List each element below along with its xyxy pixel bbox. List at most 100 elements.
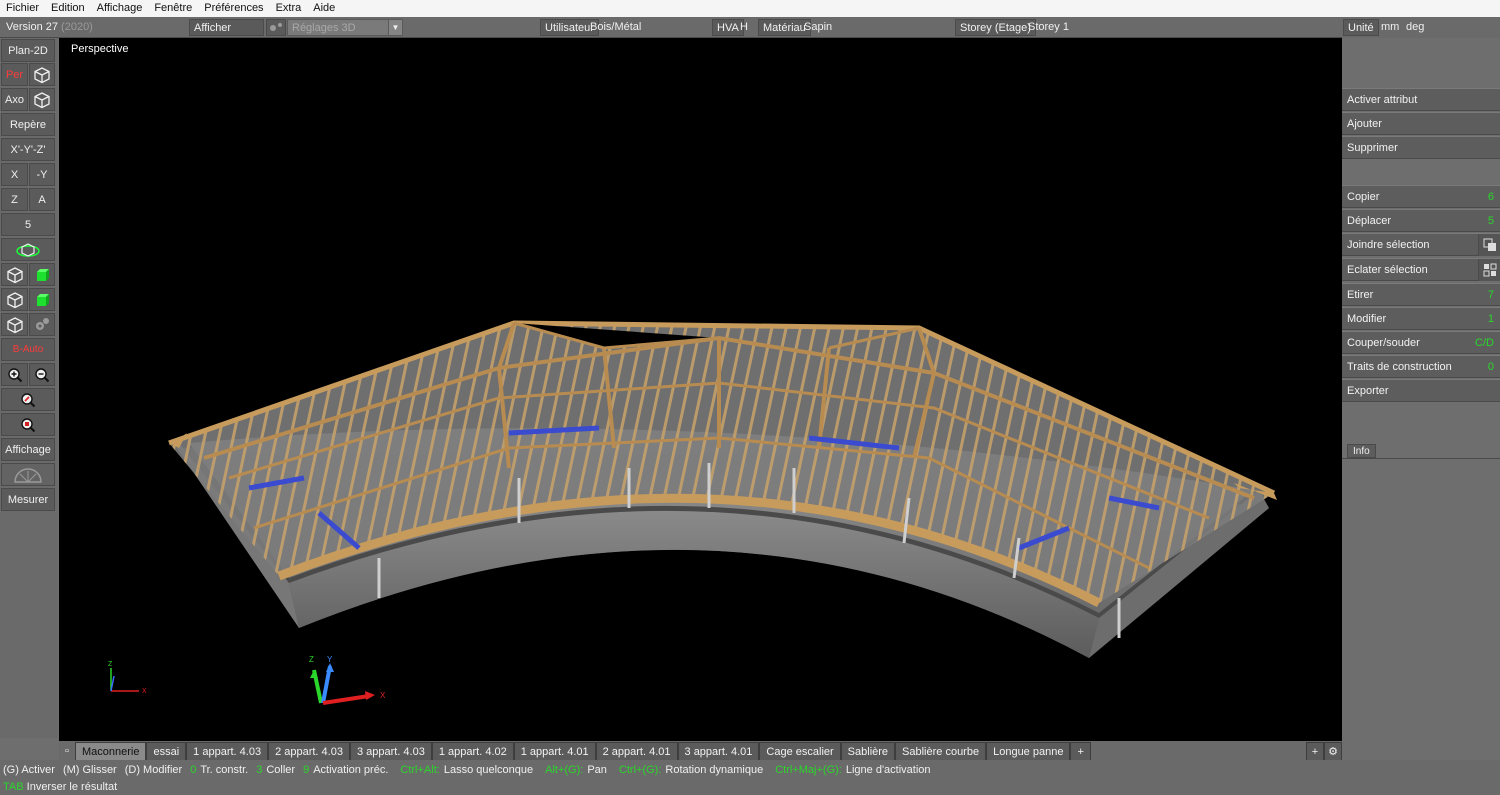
shortcut-key: Alt+(G): [545,764,584,776]
material-value[interactable]: Sapin [804,19,832,36]
add-button[interactable]: Ajouter [1342,112,1500,135]
tab-add-button[interactable]: + [1070,742,1091,760]
modify-button[interactable]: Modifier 1 [1342,307,1500,330]
axo-cube-icon[interactable] [29,88,55,111]
chevron-down-icon: ▼ [388,20,402,35]
roof-structure-model[interactable]: Z X Z Y X [59,38,1342,741]
settings-3d-label: Réglages 3D [292,22,356,34]
axis-y-label: Y [327,655,333,664]
view-minus-y-button[interactable]: -Y [29,163,55,186]
construction-lines-label: Traits de construction [1347,360,1452,373]
protractor-icon[interactable] [1,463,55,486]
unit-angle[interactable]: deg [1406,19,1424,36]
3d-viewport[interactable]: Perspective Z X Z Y X [59,38,1342,741]
move-shortcut: 5 [1487,214,1494,227]
menu-fenetre[interactable]: Fenêtre [148,0,198,17]
wireframe-cube-icon[interactable] [1,263,28,286]
menu-preferences[interactable]: Préférences [198,0,269,17]
shortcut-label: Coller [266,764,296,776]
tab-2-appart-403[interactable]: 2 appart. 4.03 [268,742,350,760]
zoom-out-icon[interactable] [29,363,55,386]
hva-value[interactable]: H [740,19,748,36]
tab-add-right-button[interactable]: + [1306,742,1324,760]
view-a-button[interactable]: A [29,188,55,211]
material-label: Matériau [758,19,811,36]
construction-lines-button[interactable]: Traits de construction 0 [1342,355,1500,378]
join-icon [1478,234,1500,256]
tab-3-appart-403[interactable]: 3 appart. 4.03 [349,742,432,760]
tab-1-appart-401[interactable]: 1 appart. 4.01 [513,742,596,760]
cut-weld-shortcut: C/D [1475,336,1494,349]
shortcut-label: Rotation dynamique [665,764,764,776]
unit-length[interactable]: mm [1381,19,1399,36]
storey-value[interactable]: Storey 1 [1028,19,1069,36]
view-x-button[interactable]: X [1,163,28,186]
modify-shortcut: 1 [1487,312,1494,325]
menu-fichier[interactable]: Fichier [0,0,45,17]
stretch-shortcut: 7 [1487,288,1494,301]
storey-label: Storey (Etage) [955,19,1036,36]
shortcut-hints: (G) Activer (M) Glisser (D) Modifier 0 Tr. c… [3,762,931,778]
activate-attribute-button[interactable]: Activer attribut [1342,88,1500,111]
tab-info[interactable]: Info [1347,444,1376,458]
delete-button[interactable]: Supprimer [1342,136,1500,159]
menu-edition[interactable]: Edition [45,0,91,17]
mesurer-button[interactable]: Mesurer [1,488,55,511]
join-selection-button[interactable]: Joindre sélection [1342,233,1500,256]
perspective-button[interactable]: Per [1,63,28,86]
copy-button[interactable]: Copier 6 [1342,185,1500,208]
perspective-cube-icon[interactable] [29,63,55,86]
left-toolbar: Plan-2D Per Axo Repère X'-Y'-Z' X -Y Z A… [0,38,58,738]
tab-2-appart-401[interactable]: 2 appart. 4.01 [595,742,678,760]
xyz-prime-button[interactable]: X'-Y'-Z' [1,138,55,161]
units-bar: Unité mm deg [1342,17,1500,38]
tab-cage-escalier[interactable]: Cage escalier [759,742,841,760]
shortcut-key: Ctrl+Alt: [400,764,440,776]
tab-1-appart-403[interactable]: 1 appart. 4.03 [186,742,269,760]
export-button[interactable]: Exporter [1342,379,1500,402]
solid-green-cube-icon[interactable] [29,263,55,286]
show-attribute-button[interactable]: Afficher attribut [189,19,264,51]
plan-2d-button[interactable]: Plan-2D [1,39,55,62]
tab-longue-panne[interactable]: Longue panne [986,742,1071,760]
auto-button[interactable]: B-Auto [1,338,55,361]
menu-affichage[interactable]: Affichage [91,0,149,17]
zoom-reset-icon[interactable] [1,388,55,411]
unit-label: Unité [1343,19,1379,36]
menu-extra[interactable]: Extra [270,0,308,17]
wireframe-cube-3-icon[interactable] [1,313,28,336]
tab-sabliere-courbe[interactable]: Sablière courbe [895,742,987,760]
invert-result-text: Inverser le résultat [26,781,118,793]
tab-sabliere[interactable]: Sablière [840,742,896,760]
settings-3d-dropdown[interactable]: Réglages 3D ▼ [287,19,403,36]
right-command-panel: Activer attribut Ajouter Supprimer Copie… [1342,38,1500,758]
gear-icon[interactable] [29,313,55,336]
tab-essai[interactable]: essai [146,742,187,760]
zoom-in-icon[interactable] [1,363,28,386]
stretch-button[interactable]: Etirer 7 [1342,283,1500,306]
tab-maconnerie[interactable]: Maconnerie [75,742,147,760]
top-toolbar: Version 27 (2020) Afficher attribut Régl… [0,17,1500,51]
zoom-all-icon[interactable] [1,413,55,436]
user-value[interactable]: Bois/Métal [590,19,641,36]
view-5-button[interactable]: 5 [1,213,55,236]
affichage-button[interactable]: Affichage [1,438,55,461]
rotate-view-icon[interactable] [1,238,55,261]
wireframe-cube-2-icon[interactable] [1,288,28,311]
status-line-2: TAB Inverser le résultat [3,779,117,795]
gear-icon[interactable]: ⚙ [1324,742,1342,760]
repere-button[interactable]: Repère [1,113,55,136]
tab-1-appart-402[interactable]: 1 appart. 4.02 [431,742,514,760]
explode-selection-button[interactable]: Eclater sélection [1342,258,1500,281]
axo-button[interactable]: Axo [1,88,28,111]
view-z-button[interactable]: Z [1,188,28,211]
move-button[interactable]: Déplacer 5 [1342,209,1500,232]
tab-3-appart-401[interactable]: 3 appart. 4.01 [677,742,760,760]
solid-green-cube-2-icon[interactable] [29,288,55,311]
menu-aide[interactable]: Aide [307,0,341,17]
cut-weld-button[interactable]: Couper/souder C/D [1342,331,1500,354]
gear-icon[interactable] [266,19,286,36]
shortcut-label: (G) Activer [3,764,55,776]
tab-menu-icon[interactable]: ▫ [59,742,75,760]
explode-icon [1478,259,1500,281]
